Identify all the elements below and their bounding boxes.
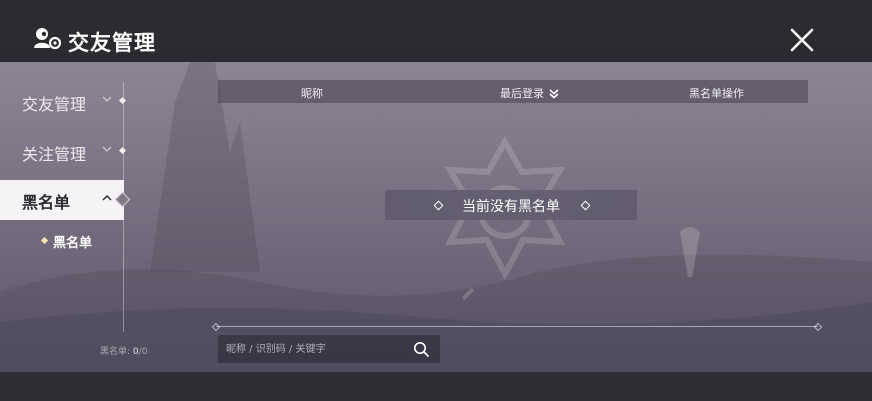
column-header-nickname: 昵称 bbox=[301, 87, 323, 100]
content-panel: 交友管理 关注管理 黑名单 黑名单 黑名单: 0/0 昵称 最后登录 黑名单操作… bbox=[0, 62, 872, 372]
sidebar-item-label: 交友管理 bbox=[22, 95, 87, 114]
divider bbox=[216, 326, 818, 327]
sidebar-item-label: 关注管理 bbox=[22, 145, 87, 164]
close-icon[interactable] bbox=[788, 26, 816, 54]
sidebar-subitem-label: 黑名单 bbox=[53, 236, 93, 251]
column-header-last-login[interactable]: 最后登录 bbox=[500, 85, 559, 101]
search-box[interactable] bbox=[218, 335, 440, 363]
blacklist-count: 黑名单: 0/0 bbox=[100, 347, 148, 357]
empty-state-text: 当前没有黑名单 bbox=[462, 199, 560, 215]
sidebar-item-friend-management[interactable]: 交友管理 bbox=[0, 82, 127, 122]
bottom-backdrop bbox=[0, 372, 872, 401]
search-input[interactable] bbox=[226, 341, 406, 357]
friends-settings-icon bbox=[34, 28, 62, 50]
sidebar-item-follow-management[interactable]: 关注管理 bbox=[0, 132, 127, 172]
chevron-up-icon bbox=[102, 194, 112, 201]
page-title: 交友管理 bbox=[68, 31, 156, 55]
chevron-down-icon bbox=[102, 96, 112, 102]
search-icon[interactable] bbox=[412, 340, 430, 358]
sort-descending-icon[interactable] bbox=[549, 89, 559, 99]
chevron-down-icon bbox=[102, 146, 112, 152]
table-header: 昵称 最后登录 黑名单操作 bbox=[218, 80, 808, 103]
sidebar-item-blacklist[interactable]: 黑名单 bbox=[0, 180, 124, 220]
column-header-blacklist-actions: 黑名单操作 bbox=[689, 87, 744, 100]
sidebar-item-label: 黑名单 bbox=[22, 193, 71, 212]
empty-state-banner: 当前没有黑名单 bbox=[385, 190, 637, 220]
title-bar: 交友管理 bbox=[0, 0, 872, 62]
